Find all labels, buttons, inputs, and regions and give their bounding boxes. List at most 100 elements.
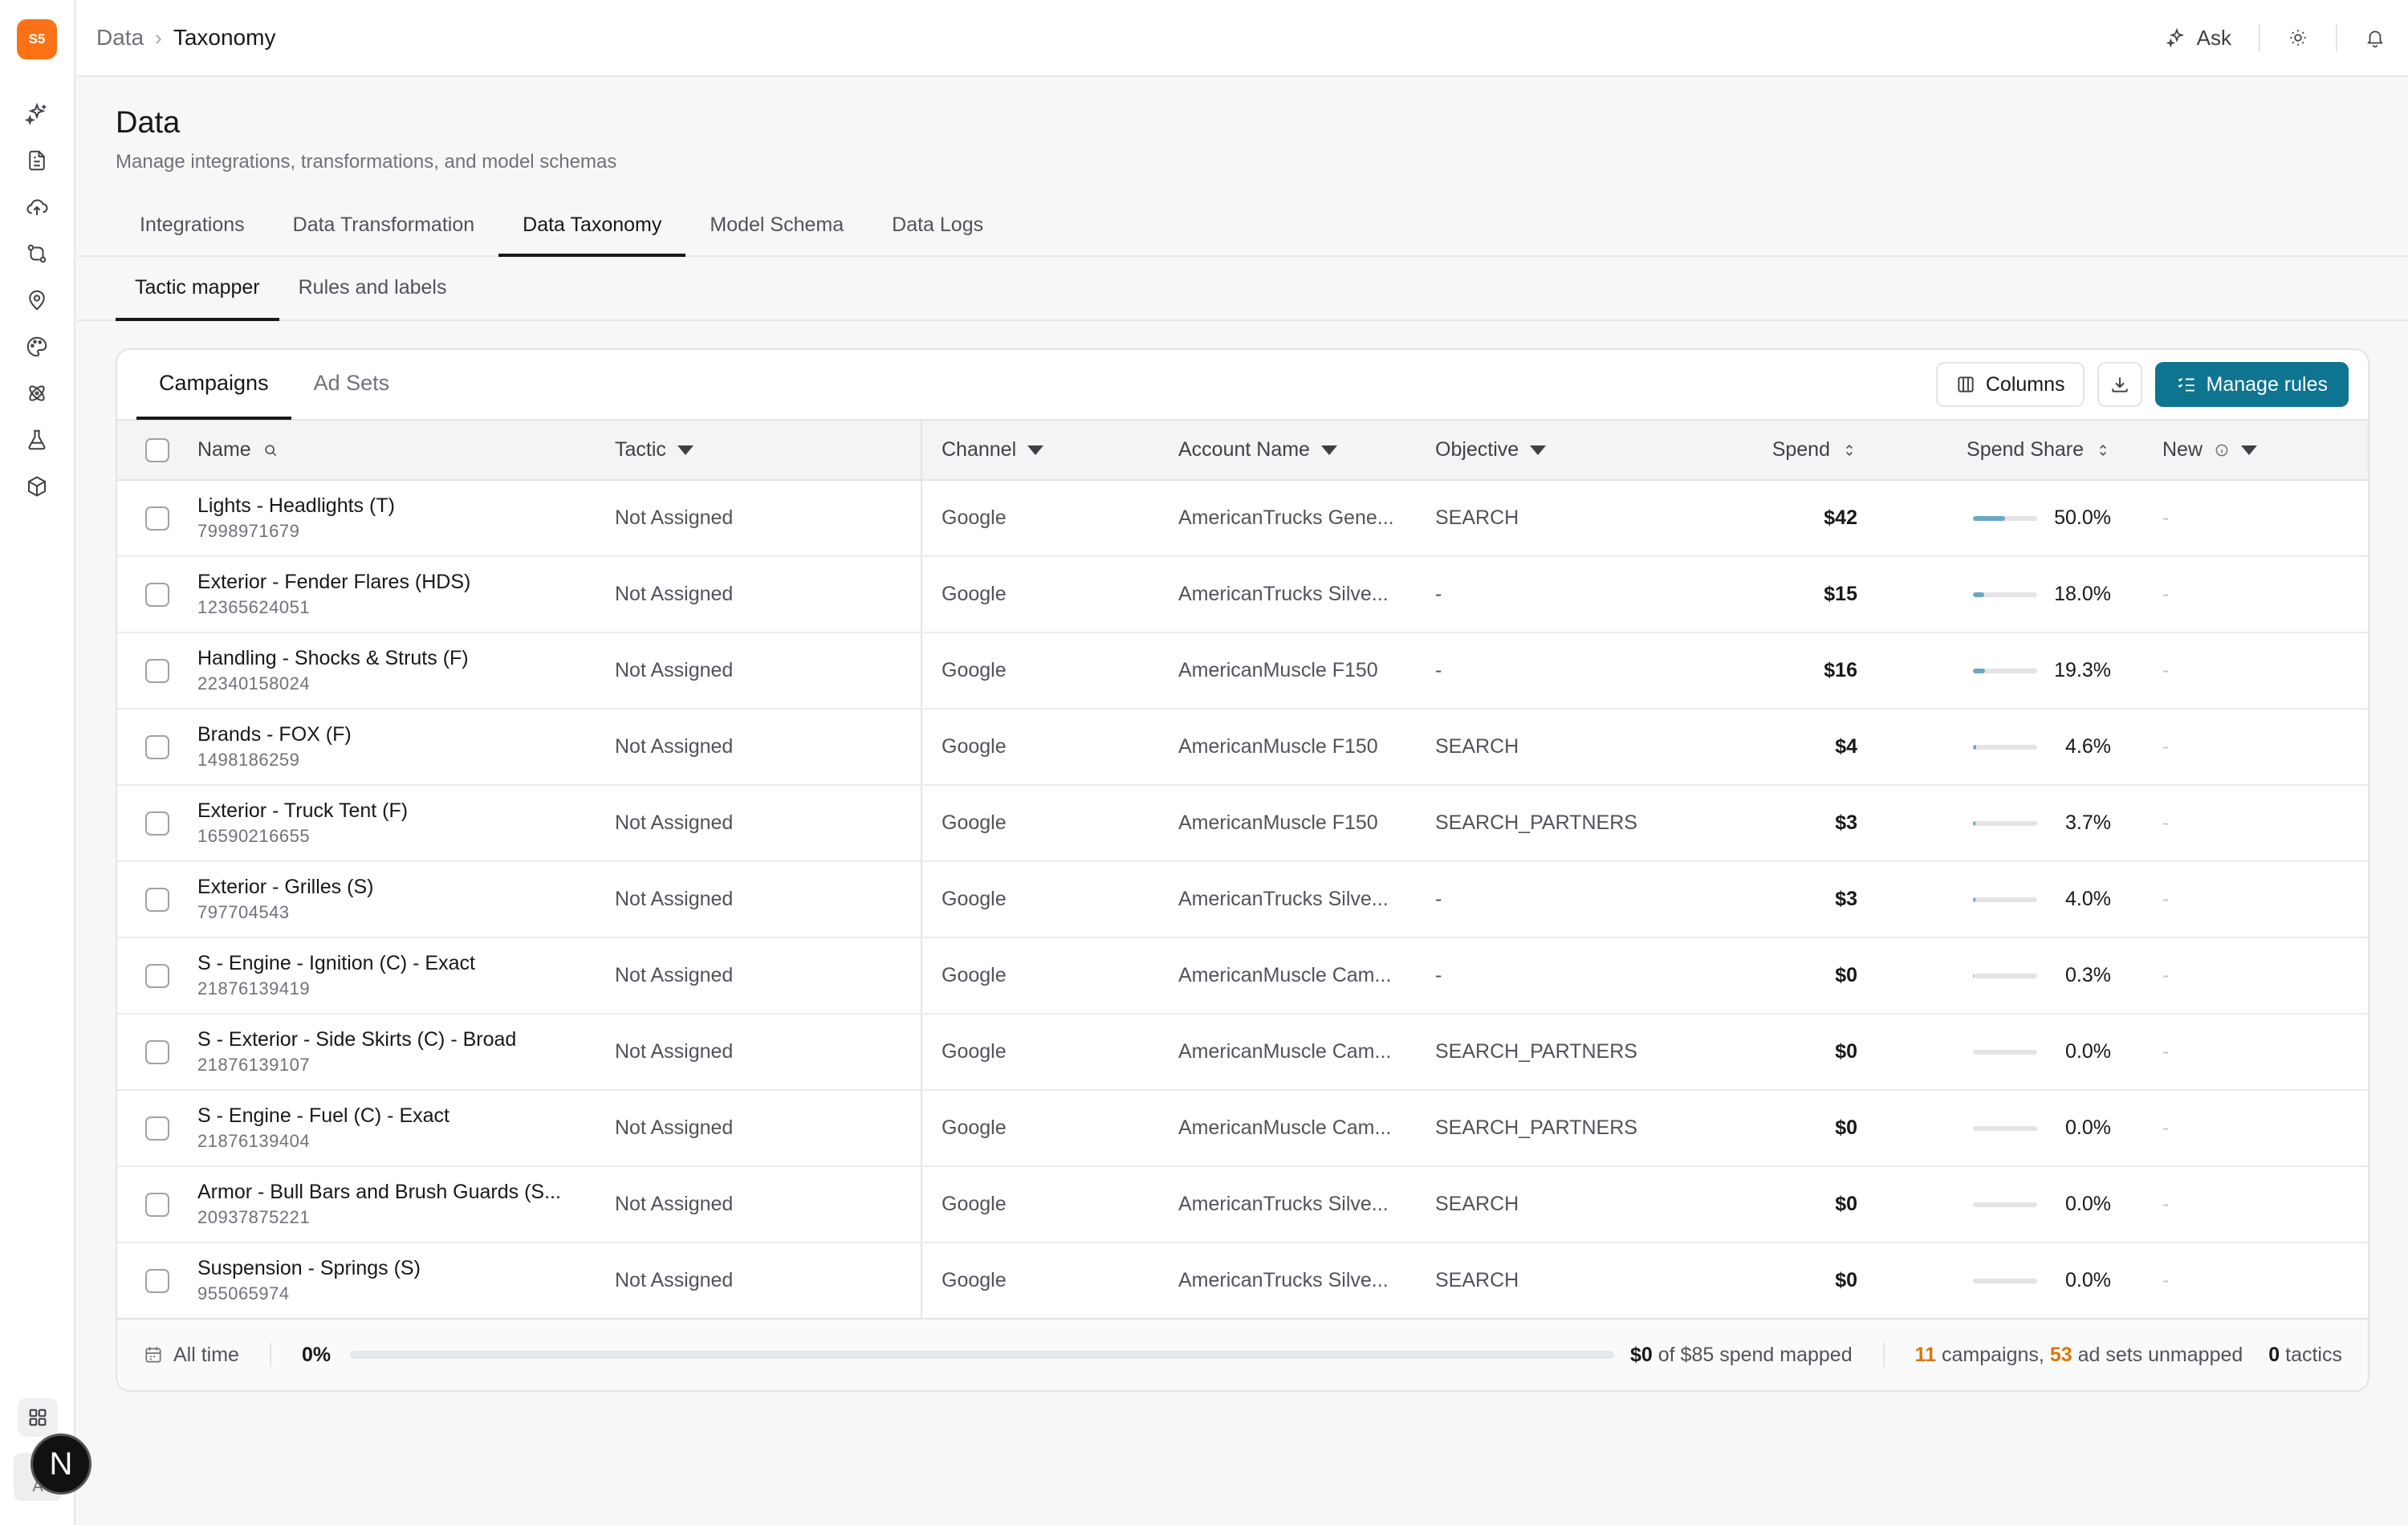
date-range-label[interactable]: All time [173,1344,239,1367]
campaign-name[interactable]: Armor - Bull Bars and Brush Guards (S... [197,1181,599,1204]
tactic-cell[interactable]: Not Assigned [615,709,922,786]
header-tactic[interactable]: Tactic [615,421,922,481]
map-pin-icon[interactable] [21,286,53,315]
caret-down-icon[interactable] [1027,445,1044,455]
search-icon[interactable] [262,442,279,458]
row-checkbox[interactable] [145,1192,169,1217]
table-row[interactable]: S - Exterior - Side Skirts (C) - Broad 21… [117,1014,2368,1091]
subtab-rules-and-labels[interactable]: Rules and labels [279,257,466,321]
header-channel[interactable]: Channel [921,421,1178,481]
card-actions: Columns Manage rules [1935,362,2349,407]
sort-icon[interactable] [1841,442,1857,458]
download-button[interactable] [2097,362,2142,407]
tactic-cell[interactable]: Not Assigned [615,861,922,938]
tactic-cell[interactable]: Not Assigned [615,480,922,557]
campaign-id: 12365624051 [197,597,311,617]
cloud-upload-icon[interactable] [21,193,53,222]
tab-campaigns[interactable]: Campaigns [136,350,291,420]
row-checkbox[interactable] [145,1039,169,1064]
name-cell: Brands - FOX (F) 1498186259 [197,709,615,786]
app-logo[interactable]: S5 [17,19,57,59]
table-row[interactable]: Exterior - Grilles (S) 797704543 Not Assig… [117,861,2368,938]
tab-data-taxonomy[interactable]: Data Taxonomy [498,196,686,257]
row-checkbox[interactable] [145,658,169,683]
campaign-name[interactable]: Exterior - Grilles (S) [197,876,599,899]
campaign-name[interactable]: Handling - Shocks & Struts (F) [197,647,599,670]
header-objective[interactable]: Objective [1435,421,1724,481]
tactic-cell[interactable]: Not Assigned [615,632,922,710]
campaign-name[interactable]: Exterior - Truck Tent (F) [197,799,599,823]
table-row[interactable]: Armor - Bull Bars and Brush Guards (S...… [117,1166,2368,1243]
table-row[interactable]: Lights - Headlights (T) 7998971679 Not Ass… [117,480,2368,557]
tactic-cell[interactable]: Not Assigned [615,937,922,1015]
table-row[interactable]: S - Engine - Fuel (C) - Exact 21876139404… [117,1090,2368,1167]
notifications-button[interactable] [2337,27,2389,48]
row-checkbox[interactable] [145,1268,169,1293]
palette-icon[interactable] [21,332,53,361]
n-badge[interactable]: N [31,1434,92,1494]
row-checkbox[interactable] [145,1116,169,1141]
tab-integrations[interactable]: Integrations [116,196,269,257]
table-row[interactable]: Handling - Shocks & Struts (F) 2234015802… [117,632,2368,710]
campaign-name[interactable]: Exterior - Fender Flares (HDS) [197,571,599,594]
campaign-name[interactable]: S - Engine - Fuel (C) - Exact [197,1104,599,1128]
row-checkbox[interactable] [145,811,169,836]
share-bar [1973,1202,2037,1207]
tab-data-logs[interactable]: Data Logs [868,196,1007,257]
campaign-name[interactable]: S - Engine - Ignition (C) - Exact [197,952,599,975]
row-checkbox[interactable] [145,582,169,607]
caret-down-icon[interactable] [1320,445,1337,455]
campaign-name[interactable]: S - Exterior - Side Skirts (C) - Broad [197,1028,599,1051]
subtab-tactic-mapper[interactable]: Tactic mapper [116,257,279,321]
tactic-cell[interactable]: Not Assigned [615,1166,922,1243]
tactic-cell[interactable]: Not Assigned [615,785,922,862]
tab-data-transformation[interactable]: Data Transformation [269,196,499,257]
share-value: 50.0% [2054,506,2111,529]
header-name[interactable]: Name [197,421,615,481]
row-checkbox[interactable] [145,887,169,912]
row-checkbox[interactable] [145,506,169,531]
header-account[interactable]: Account Name [1178,421,1435,481]
campaign-name[interactable]: Brands - FOX (F) [197,723,599,746]
campaign-name[interactable]: Lights - Headlights (T) [197,494,599,518]
columns-button[interactable]: Columns [1935,362,2085,407]
tab-model-schema[interactable]: Model Schema [685,196,868,257]
sort-icon[interactable] [2095,442,2111,458]
tactic-cell[interactable]: Not Assigned [615,1090,922,1167]
campaign-id: 21876139404 [197,1131,311,1151]
select-all-checkbox[interactable] [145,437,169,462]
document-icon[interactable] [21,146,53,175]
campaign-name[interactable]: Suspension - Springs (S) [197,1257,599,1280]
caret-down-icon[interactable] [1530,445,1547,455]
header-spend[interactable]: Spend [1724,421,1889,481]
header-new[interactable]: New [2143,421,2368,481]
git-compare-icon[interactable] [21,239,53,268]
table-row[interactable]: Exterior - Fender Flares (HDS) 1236562405… [117,556,2368,633]
share-cell: 3.7% [1889,785,2143,862]
row-checkbox[interactable] [145,734,169,759]
cube-icon[interactable] [21,472,53,501]
header-share[interactable]: Spend Share [1889,421,2143,481]
caret-down-icon[interactable] [677,445,694,455]
row-checkbox[interactable] [145,963,169,988]
ask-button[interactable]: Ask [2139,26,2259,51]
manage-rules-button[interactable]: Manage rules [2154,362,2349,407]
table-row[interactable]: Brands - FOX (F) 1498186259 Not Assigned Go… [117,709,2368,786]
row-select-cell [117,480,197,557]
share-cell: 0.0% [1889,1242,2143,1320]
tactic-cell[interactable]: Not Assigned [615,1014,922,1091]
tab-ad-sets[interactable]: Ad Sets [291,350,413,420]
grid-icon[interactable] [18,1398,58,1437]
breadcrumb-root[interactable]: Data [96,25,144,51]
table-row[interactable]: Suspension - Springs (S) 955065974 Not Ass… [117,1242,2368,1320]
caret-down-icon[interactable] [2241,445,2258,455]
table-row[interactable]: Exterior - Truck Tent (F) 16590216655 Not … [117,785,2368,862]
theme-toggle-button[interactable] [2260,27,2336,48]
table-row[interactable]: S - Engine - Ignition (C) - Exact 2187613… [117,937,2368,1015]
atom-icon[interactable] [21,379,53,408]
tactic-cell[interactable]: Not Assigned [615,1242,922,1320]
sparkles-icon[interactable] [21,100,53,128]
flask-icon[interactable] [21,425,53,454]
tactic-cell[interactable]: Not Assigned [615,556,922,633]
share-bar-fill [1973,897,1976,902]
